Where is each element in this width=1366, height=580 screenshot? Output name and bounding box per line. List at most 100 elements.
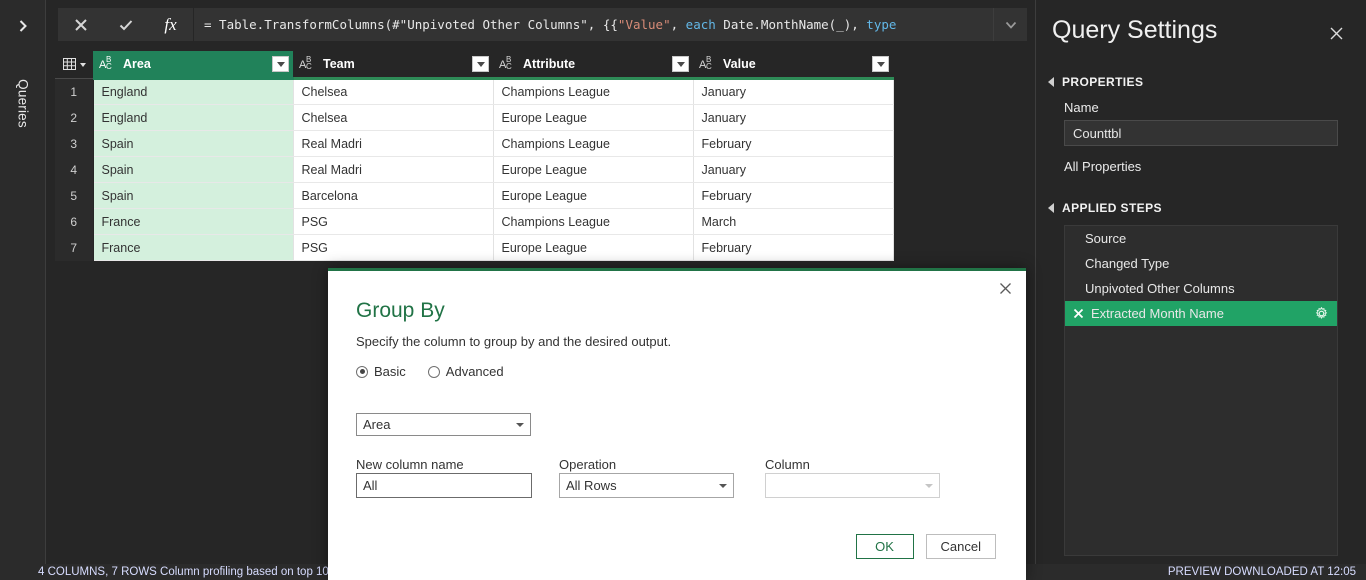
column-header-attribute[interactable]: ABC Attribute <box>493 51 693 80</box>
expand-queries-chevron-right-icon[interactable] <box>14 17 32 35</box>
cell-attribute[interactable]: Europe League <box>493 156 694 183</box>
preview-table: ABC Area ABC Team A B C Attribute A B C … <box>55 51 894 261</box>
table-row[interactable]: 3 Spain Real Madri Champions League Febr… <box>55 130 894 157</box>
status-bar-right-text: PREVIEW DOWNLOADED AT 12:05 <box>1167 566 1356 578</box>
cell-area[interactable]: Spain <box>93 130 294 157</box>
close-query-settings-close-icon[interactable] <box>1326 23 1346 43</box>
new-column-name-input[interactable]: All <box>356 473 532 498</box>
cell-team[interactable]: Chelsea <box>293 104 494 131</box>
cell-attribute[interactable]: Champions League <box>493 78 694 105</box>
applied-steps-section-label: APPLIED STEPS <box>1062 201 1162 215</box>
cell-attribute[interactable]: Europe League <box>493 104 694 131</box>
table-header-row: ABC Area ABC Team A B C Attribute A B C … <box>55 51 893 80</box>
cell-value[interactable]: February <box>693 182 894 209</box>
column-dropdown <box>765 473 940 498</box>
column-header-team[interactable]: ABC Team <box>293 51 493 80</box>
cell-attribute[interactable]: Champions League <box>493 208 694 235</box>
cell-area[interactable]: France <box>93 234 294 261</box>
dialog-subtitle: Specify the column to group by and the d… <box>356 334 672 349</box>
expand-formula-chevron-down-icon[interactable] <box>993 8 1027 41</box>
applied-step-label: Changed Type <box>1085 256 1170 271</box>
table-row[interactable]: 7 France PSG Europe League February <box>55 234 894 261</box>
insert-step-fx-icon[interactable]: fx <box>148 8 193 41</box>
column-filter-dropdown-icon[interactable] <box>272 56 289 72</box>
chevron-down-icon <box>516 422 524 427</box>
query-name-label: Name <box>1064 100 1099 115</box>
column-header-area[interactable]: ABC Area <box>93 51 293 80</box>
cell-team[interactable]: PSG <box>293 208 494 235</box>
applied-step-unpivoted-other-columns[interactable]: Unpivoted Other Columns <box>1065 276 1337 301</box>
row-number: 3 <box>55 130 94 157</box>
cell-area[interactable]: France <box>93 208 294 235</box>
radio-basic[interactable]: Basic <box>356 364 406 379</box>
queries-pane-collapsed: Queries <box>0 0 46 580</box>
applied-steps-section-header[interactable]: APPLIED STEPS <box>1048 201 1162 215</box>
dialog-button-row: OK Cancel <box>855 534 996 559</box>
table-row[interactable]: 1 England Chelsea Champions League Janua… <box>55 78 894 105</box>
column-filter-dropdown-icon[interactable] <box>672 56 689 72</box>
cancel-formula-close-icon[interactable] <box>58 8 103 41</box>
cell-attribute[interactable]: Champions League <box>493 130 694 157</box>
cell-area[interactable]: England <box>93 104 294 131</box>
group-by-column-value: Area <box>363 417 391 432</box>
cell-value[interactable]: March <box>693 208 894 235</box>
cell-team[interactable]: Real Madri <box>293 156 494 183</box>
cell-value[interactable]: January <box>693 78 894 105</box>
query-settings-title: Query Settings <box>1052 16 1218 44</box>
applied-step-extracted-month-name[interactable]: Extracted Month Name <box>1065 301 1337 326</box>
cell-value[interactable]: February <box>693 130 894 157</box>
query-name-input[interactable] <box>1064 120 1338 146</box>
formula-bar: fx = Table.TransformColumns(#"Unpivoted … <box>46 0 1035 49</box>
formula-input[interactable]: = Table.TransformColumns(#"Unpivoted Oth… <box>194 8 993 41</box>
cell-area[interactable]: Spain <box>93 182 294 209</box>
query-settings-pane: Query Settings PROPERTIES Name All Prope… <box>1035 0 1366 580</box>
cell-team[interactable]: Chelsea <box>293 78 494 105</box>
radio-advanced-label: Advanced <box>445 364 504 379</box>
queries-pane-label[interactable]: Queries <box>15 79 30 128</box>
cell-value[interactable]: January <box>693 156 894 183</box>
column-header-label: Team <box>323 57 355 71</box>
row-number: 5 <box>55 182 94 209</box>
radio-advanced[interactable]: Advanced <box>427 364 504 379</box>
column-filter-dropdown-icon[interactable] <box>472 56 489 72</box>
applied-step-label: Unpivoted Other Columns <box>1085 281 1235 296</box>
table-row[interactable]: 2 England Chelsea Europe League January <box>55 104 894 131</box>
table-row[interactable]: 4 Spain Real Madri Europe League January <box>55 156 894 183</box>
cell-team[interactable]: Barcelona <box>293 182 494 209</box>
cell-attribute[interactable]: Europe League <box>493 182 694 209</box>
abc-text-type-icon: ABC <box>699 55 712 71</box>
applied-step-changed-type[interactable]: Changed Type <box>1065 251 1337 276</box>
cell-value[interactable]: February <box>693 234 894 261</box>
ok-button[interactable]: OK <box>855 534 914 559</box>
cell-area[interactable]: England <box>93 78 294 105</box>
column-header-value[interactable]: ABC Value <box>693 51 893 80</box>
group-by-column-dropdown[interactable]: Area <box>356 413 531 436</box>
abc-text-type-icon: ABC <box>99 55 112 71</box>
delete-step-close-icon[interactable] <box>1071 307 1085 321</box>
cell-value[interactable]: January <box>693 104 894 131</box>
cell-team[interactable]: Real Madri <box>293 130 494 157</box>
new-column-name-value: All <box>363 478 378 493</box>
operation-dropdown[interactable]: All Rows <box>559 473 734 498</box>
select-all-columns-table-icon[interactable] <box>55 51 93 79</box>
abc-text-type-icon: ABC <box>299 55 312 71</box>
column-filter-dropdown-icon[interactable] <box>872 56 889 72</box>
applied-steps-list: Source Changed Type Unpivoted Other Colu… <box>1064 225 1338 556</box>
dialog-close-icon[interactable] <box>994 277 1016 299</box>
accept-formula-check-icon[interactable] <box>103 8 148 41</box>
chevron-down-icon <box>925 483 933 488</box>
row-number: 7 <box>55 234 94 261</box>
properties-section-header[interactable]: PROPERTIES <box>1048 75 1143 89</box>
applied-step-source[interactable]: Source <box>1065 226 1337 251</box>
table-row[interactable]: 5 Spain Barcelona Europe League February <box>55 182 894 209</box>
applied-step-label: Source <box>1085 231 1127 246</box>
step-settings-gear-icon[interactable] <box>1314 306 1329 321</box>
cell-team[interactable]: PSG <box>293 234 494 261</box>
table-body: 1 England Chelsea Champions League Janua… <box>55 78 894 261</box>
all-properties-link[interactable]: All Properties <box>1064 159 1141 174</box>
cell-area[interactable]: Spain <box>93 156 294 183</box>
cancel-button[interactable]: Cancel <box>925 534 996 559</box>
operation-label: Operation <box>559 457 617 472</box>
cell-attribute[interactable]: Europe League <box>493 234 694 261</box>
table-row[interactable]: 6 France PSG Champions League March <box>55 208 894 235</box>
